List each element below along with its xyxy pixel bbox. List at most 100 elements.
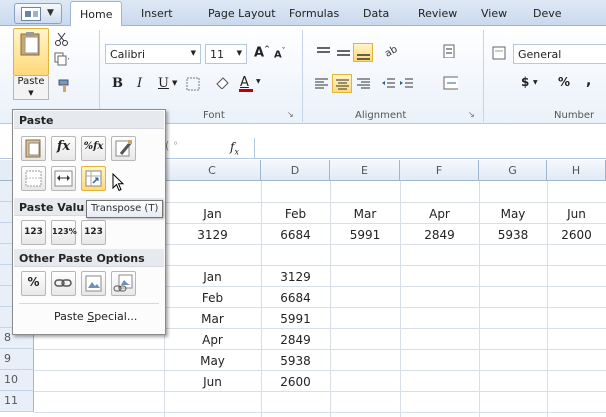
cell-c5[interactable]: Jan [164,270,261,284]
cell-c8[interactable]: Apr [164,333,261,347]
cell-c9[interactable]: May [164,354,261,368]
tab-data[interactable]: Data [363,7,389,20]
paste-all-button[interactable] [21,136,46,161]
grow-font-button[interactable]: A^ [254,45,270,60]
tab-formulas[interactable]: Formulas [289,7,339,20]
paste-link-button[interactable] [51,271,76,296]
paste-values-source-formatting-button[interactable]: 123 [81,220,106,245]
dialog-launcher-icon[interactable]: ↘ [468,110,475,119]
cell-c2[interactable]: Jan [164,207,261,221]
copy-icon[interactable]: ▼ [54,52,69,66]
row-header-10[interactable]: 10 [0,370,34,391]
column-header-d[interactable]: D [261,160,330,181]
cell-d10[interactable]: 2600 [261,375,330,389]
tab-page-layout[interactable]: Page Layout [208,7,276,20]
fill-color-icon[interactable]: ▼ [214,75,229,89]
paste-special-prefix: Paste [54,310,88,323]
paste-no-borders-button[interactable] [21,166,46,191]
svg-text:▼: ▼ [68,57,69,64]
orientation-icon[interactable]: ab▼ [384,44,399,58]
number-group-label: Number [554,110,595,121]
tab-view[interactable]: View [481,7,507,20]
cell-d2[interactable]: Feb [261,207,330,221]
cell-f2[interactable]: Apr [400,207,479,221]
paste-keep-source-formatting-button[interactable] [111,136,136,161]
number-format-combo[interactable]: General [513,44,606,64]
paste-split-button[interactable]: Paste ▼ [13,76,49,100]
cell-c6[interactable]: Feb [164,291,261,305]
alignment-group-label: Alignment [355,110,407,121]
cell-f3[interactable]: 2849 [400,228,479,242]
cell-d6[interactable]: 6684 [261,291,330,305]
cell-h2[interactable]: Jun [547,207,606,221]
italic-button[interactable]: I [137,76,142,91]
column-header-c[interactable]: C [164,160,261,181]
percent-button[interactable]: % [558,75,570,89]
insert-function-button[interactable]: fx [230,140,239,156]
dialog-launcher-icon[interactable]: ↘ [287,110,294,119]
cell-d3[interactable]: 6684 [261,228,330,242]
paste-formatting-button[interactable]: % [21,271,46,296]
chevron-down-icon: ▼ [190,49,196,57]
align-right-icon[interactable] [356,77,371,91]
paste-keep-column-widths-button[interactable] [51,166,76,191]
font-color-bar [239,89,253,92]
tab-insert[interactable]: Insert [141,7,173,20]
borders-icon[interactable]: ▼ [186,77,201,91]
paste-transpose-button[interactable] [81,166,106,191]
paste-values-button[interactable]: 123 [21,220,46,245]
paste-linked-picture-button[interactable] [111,271,136,296]
cut-icon[interactable] [54,32,69,46]
cell-g2[interactable]: May [479,207,547,221]
cell-e2[interactable]: Mar [330,207,400,221]
decrease-indent-icon[interactable] [381,77,396,91]
row-header-11[interactable]: 11 [0,391,34,412]
paste-formulas-number-format-button[interactable]: %fx [81,136,106,161]
currency-button[interactable]: $ [521,75,529,89]
font-size-combo[interactable]: 11 ▼ [205,44,247,64]
cell-g3[interactable]: 5938 [479,228,547,242]
column-header-e[interactable]: E [330,160,400,181]
tab-developer[interactable]: Deve [533,7,562,20]
paste-special-menu-item[interactable]: Paste Special... [14,306,164,328]
underline-button[interactable]: U [158,76,169,91]
align-left-icon[interactable] [314,77,329,91]
cell-e3[interactable]: 5991 [330,228,400,242]
cell-c10[interactable]: Jun [164,375,261,389]
center-align-button[interactable] [332,74,352,93]
comma-button[interactable]: , [586,73,591,89]
merge-center-icon[interactable]: ▼ [443,76,458,90]
cell-d7[interactable]: 5991 [261,312,330,326]
top-align-icon[interactable] [316,46,331,60]
column-header-f[interactable]: F [400,160,479,181]
cell-c3[interactable]: 3129 [164,228,261,242]
wrap-text-icon[interactable] [443,44,458,58]
middle-align-icon[interactable] [336,46,351,60]
formula-input[interactable] [256,138,606,158]
paste-formulas-button[interactable]: fx [51,136,76,161]
paste-special-rest: pecial... [94,310,138,323]
shrink-font-button[interactable]: Aˇ [274,47,285,60]
tab-review[interactable]: Review [418,7,457,20]
office-button[interactable]: ▼ [14,3,62,24]
row-header-9[interactable]: 9 [0,349,34,370]
paste-picture-button[interactable] [81,271,106,296]
chevron-down-icon: ▼ [533,79,538,86]
column-header-g[interactable]: G [479,160,547,181]
font-name-combo[interactable]: Calibri ▼ [105,44,201,64]
cell-d8[interactable]: 2849 [261,333,330,347]
cell-h3[interactable]: 2600 [547,228,606,242]
font-color-button[interactable]: A ▼ [238,75,264,92]
bottom-align-button[interactable] [353,43,373,62]
cell-c7[interactable]: Mar [164,312,261,326]
format-painter-icon[interactable] [57,79,72,93]
paste-values-number-format-button[interactable]: 123% [51,220,77,245]
tab-home[interactable]: Home [70,1,123,27]
cell-d5[interactable]: 3129 [261,270,330,284]
cell-d9[interactable]: 5938 [261,354,330,368]
column-header-h[interactable]: H [547,160,606,181]
increase-indent-icon[interactable] [399,77,414,91]
paste-big-button[interactable] [13,28,49,76]
chevron-down-icon: ▼ [172,79,178,87]
bold-button[interactable]: B [112,76,123,91]
